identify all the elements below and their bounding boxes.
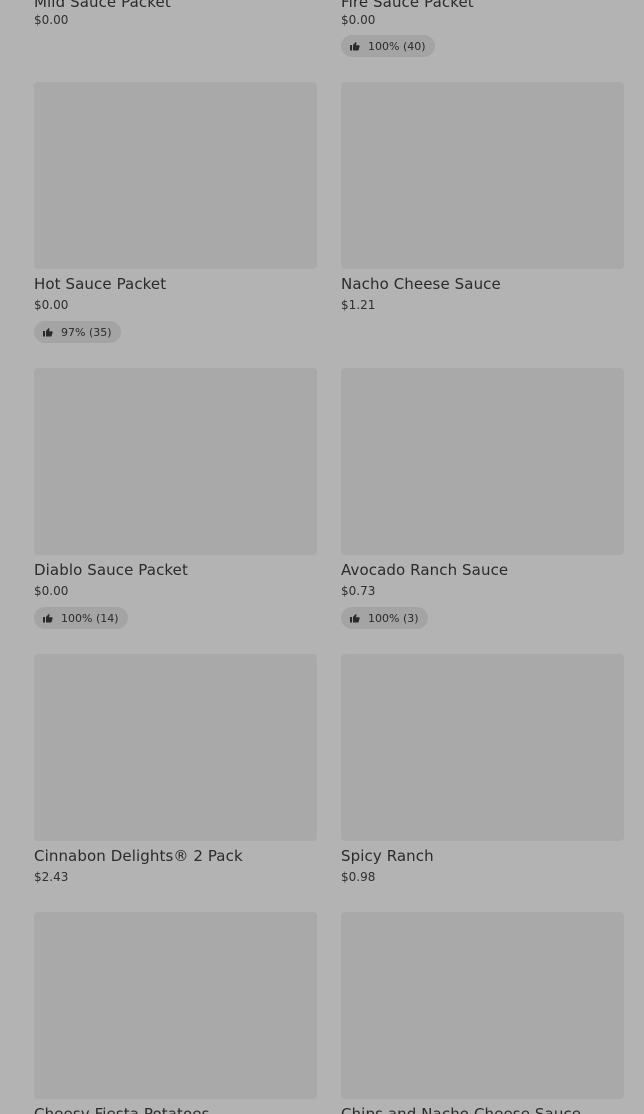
rating-badge: 97% (35) [34,321,121,343]
thumbs-up-icon [350,42,360,51]
product-name[interactable]: Nacho Cheese Sauce [341,275,501,293]
product-card[interactable]: Hot Sauce Packet $0.00 97% (35) [34,82,317,344]
rating-text: 100% (40) [368,39,426,53]
product-name[interactable]: Avocado Ranch Sauce [341,561,508,579]
product-image[interactable] [34,368,317,555]
product-name[interactable]: Diablo Sauce Packet [34,561,188,579]
rating-badge: 100% (14) [34,607,128,629]
product-image[interactable] [341,912,624,1099]
product-name[interactable]: Cheesy Fiesta Potatoes [34,1105,210,1114]
product-price: $0.00 [341,13,376,27]
product-card[interactable]: Cinnabon Delights® 2 Pack $2.43 [34,654,317,894]
product-name[interactable]: Fire Sauce Packet [341,0,474,11]
product-card[interactable]: Avocado Ranch Sauce $0.73 100% (3) [341,368,624,630]
product-price: $0.00 [34,584,69,598]
rating-text: 97% (35) [61,325,112,339]
product-price: $1.21 [341,298,376,312]
product-name[interactable]: Mild Sauce Packet [34,0,171,11]
product-grid: Mild Sauce Packet $0.00 Fire Sauce Packe… [0,0,644,1114]
product-price: $0.73 [341,584,376,598]
product-name[interactable]: Spicy Ranch [341,847,434,865]
rating-text: 100% (14) [61,611,119,625]
product-card[interactable]: Spicy Ranch $0.98 [341,654,624,894]
rating-text: 100% (3) [368,611,419,625]
product-image[interactable] [34,82,317,269]
product-price: $0.00 [34,298,69,312]
rating-badge: 100% (40) [341,35,435,57]
product-price: $0.00 [34,13,69,27]
product-image[interactable] [341,82,624,269]
product-image[interactable] [34,912,317,1099]
product-image[interactable] [341,368,624,555]
product-image[interactable] [341,654,624,841]
thumbs-up-icon [350,614,360,623]
product-price: $0.98 [341,870,376,884]
product-card[interactable]: Diablo Sauce Packet $0.00 100% (14) [34,368,317,630]
thumbs-up-icon [43,328,53,337]
rating-badge: 100% (3) [341,607,428,629]
product-card[interactable]: Cheesy Fiesta Potatoes [34,912,317,1114]
product-card[interactable]: Chips and Nacho Cheese Sauce [341,912,624,1114]
product-name[interactable]: Cinnabon Delights® 2 Pack [34,847,243,865]
product-card[interactable]: Nacho Cheese Sauce $1.21 [341,82,624,322]
product-name[interactable]: Hot Sauce Packet [34,275,166,293]
product-name[interactable]: Chips and Nacho Cheese Sauce [341,1105,581,1114]
product-price: $2.43 [34,870,69,884]
product-card[interactable]: Fire Sauce Packet $0.00 100% (40) [341,0,624,60]
product-image[interactable] [34,654,317,841]
product-card[interactable]: Mild Sauce Packet $0.00 [34,0,317,30]
thumbs-up-icon [43,614,53,623]
